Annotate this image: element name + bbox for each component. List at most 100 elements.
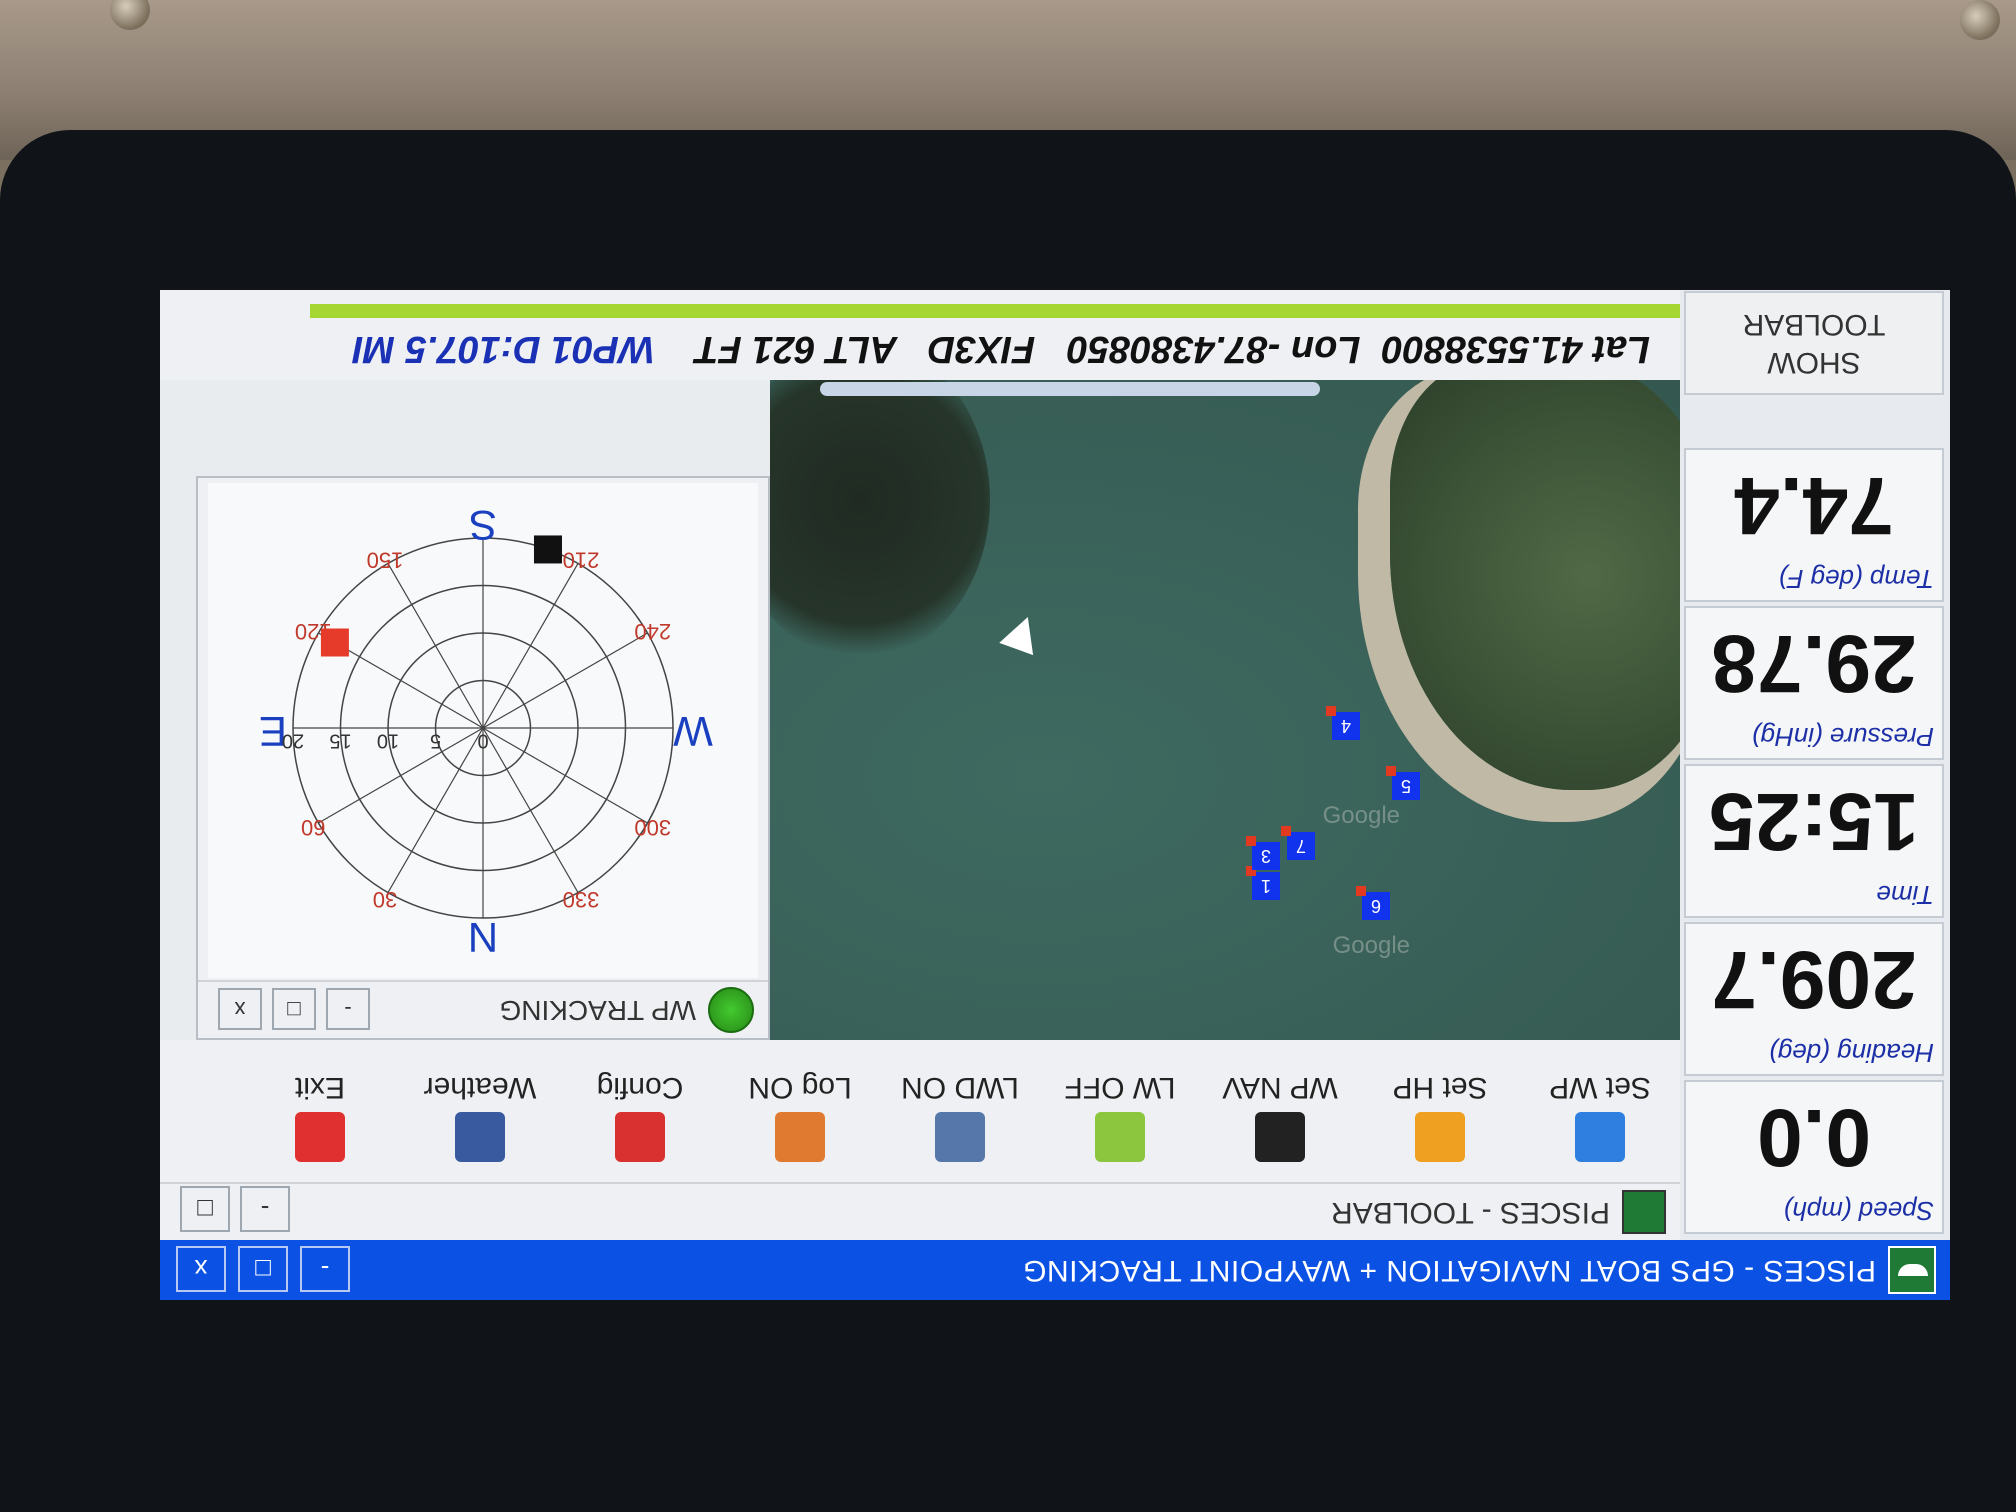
toolbar-title: PISCES - TOOLBAR <box>1331 1196 1610 1229</box>
polar-svg: NSE W3060120150 21024030033005101520 <box>259 502 713 961</box>
minimize-button[interactable]: - <box>300 1246 350 1292</box>
waypoint-distance: WP01 D:107.5 MI <box>352 328 655 370</box>
pressure-stat: Pressure (inHg) 29.78 <box>1684 606 1944 760</box>
pencil-icon <box>775 1112 825 1162</box>
ring-label: 15 <box>329 730 351 752</box>
tool-log-on-button[interactable]: Log ON <box>720 1042 880 1176</box>
waypoint-marker[interactable]: 5 <box>1392 772 1420 800</box>
tool-lw-off-button[interactable]: LW OFF <box>1040 1042 1200 1176</box>
cloud-icon <box>455 1112 505 1162</box>
compass-west: W <box>673 708 713 755</box>
angle-label: 240 <box>634 619 671 644</box>
bearing-spoke <box>482 727 648 824</box>
tool-label: Weather <box>423 1071 537 1104</box>
heading-stat: Heading (deg) 209.7 <box>1684 922 1944 1076</box>
angle-label: 300 <box>634 815 671 840</box>
waypoint-target <box>533 535 562 564</box>
show-toolbar-line2: TOOLBAR <box>1742 308 1886 341</box>
waypoint-target <box>320 628 349 657</box>
wp-maximize-button[interactable]: □ <box>272 988 316 1030</box>
stat-value: 15:25 <box>1709 776 1919 867</box>
angle-label: 330 <box>563 887 600 912</box>
compass-south: S <box>469 502 497 549</box>
tool-set-wp-button[interactable]: Set WP <box>1520 1042 1680 1176</box>
stat-label: Speed (mph) <box>1783 1196 1934 1226</box>
tool-label: WP NAV <box>1222 1071 1338 1104</box>
bearing-spoke <box>482 563 579 729</box>
gps-status-bar: Lat 41.5538800 Lon -87.4380850 FIX3D ALT… <box>160 290 1680 396</box>
stat-value: 0.0 <box>1757 1092 1871 1183</box>
tool-weather-button[interactable]: Weather <box>400 1042 560 1176</box>
waypoint-marker[interactable]: 4 <box>1332 712 1360 740</box>
altitude: ALT 621 FT <box>695 328 898 370</box>
compass-north: N <box>468 914 498 961</box>
stat-value: 209.7 <box>1711 934 1917 1025</box>
tool-set-hp-button[interactable]: Set HP <box>1360 1042 1520 1176</box>
show-toolbar-line1: SHOW <box>1767 346 1861 379</box>
tool-lwd-on-button[interactable]: LWD ON <box>880 1042 1040 1176</box>
wp-tracking-window: WP TRACKING - □ x N S E W 30 60 120 150 210 240 30… <box>196 476 770 1040</box>
arrow-dots-icon <box>935 1112 985 1162</box>
show-toolbar-button[interactable]: SHOW TOOLBAR <box>1684 291 1944 395</box>
gps-fix: FIX3D <box>927 328 1036 370</box>
signal-bar <box>310 304 1680 318</box>
tool-label: Set HP <box>1392 1071 1488 1104</box>
ring-label: 5 <box>430 730 441 752</box>
waypoint-marker[interactable]: 7 <box>1287 832 1315 860</box>
toolbar-maximize-button[interactable]: □ <box>180 1186 230 1232</box>
temp-stat: Temp (deg F) 74.4 <box>1684 448 1944 602</box>
waypoint-marker[interactable]: 6 <box>1362 892 1390 920</box>
angle-label: 150 <box>367 547 404 572</box>
stat-label: Time <box>1876 880 1934 910</box>
toolbar-minimize-button[interactable]: - <box>240 1186 290 1232</box>
stats-panel: Speed (mph) 0.0 Heading (deg) 209.7 Time… <box>1680 290 1950 1240</box>
tool-label: LWD ON <box>901 1071 1019 1104</box>
app-title: PISCES - GPS BOAT NAVIGATION + WAYPOINT … <box>1022 1254 1876 1287</box>
toolbar-titlebar: PISCES - TOOLBAR - □ <box>160 1182 1680 1240</box>
radar-icon <box>708 987 754 1033</box>
shoreline <box>1390 380 1680 790</box>
map-watermark: Google <box>1332 932 1410 959</box>
tool-label: Exit <box>295 1071 346 1104</box>
latitude: Lat 41.5538800 <box>1381 328 1650 370</box>
close-button[interactable]: x <box>176 1246 226 1292</box>
bearing-spoke <box>387 563 484 729</box>
maximize-button[interactable]: □ <box>238 1246 288 1292</box>
arrows-icon <box>1095 1112 1145 1162</box>
tool-label: Set WP <box>1549 1071 1651 1104</box>
tool-config-button[interactable]: Config <box>560 1042 720 1176</box>
stat-value: 29.78 <box>1711 618 1917 709</box>
toolbar-window: PISCES - TOOLBAR - □ Set WP Set HP WP NAV L… <box>160 1040 1680 1240</box>
wp-close-button[interactable]: x <box>218 988 262 1030</box>
time-stat: Time 15:25 <box>1684 764 1944 918</box>
map-scrollbar[interactable] <box>820 382 1320 396</box>
tool-wp-nav-button[interactable]: WP NAV <box>1200 1042 1360 1176</box>
longitude: Lon -87.4380850 <box>1066 328 1361 370</box>
exit-icon <box>295 1112 345 1162</box>
polar-plot: N S E W 30 60 120 150 210 240 300 330 0 5 10 15 20 <box>208 483 758 978</box>
waypoint-marker[interactable]: 3 <box>1252 842 1280 870</box>
stat-label: Heading (deg) <box>1769 1038 1934 1068</box>
stat-label: Pressure (inHg) <box>1751 722 1934 752</box>
satellite-map[interactable]: Google Google 1 3 4 5 6 7 <box>770 380 1680 1040</box>
tool-label: Log ON <box>748 1071 852 1104</box>
screw <box>1960 0 2000 40</box>
ring-label: 10 <box>377 730 399 752</box>
map-watermark: Google <box>1322 802 1400 829</box>
wp-tracking-title: WP TRACKING <box>499 995 696 1026</box>
boat-app-icon <box>1888 1246 1936 1294</box>
speed-stat: Speed (mph) 0.0 <box>1684 1080 1944 1234</box>
warning-icon <box>1415 1112 1465 1162</box>
wp-minimize-button[interactable]: - <box>326 988 370 1030</box>
boat-app-icon <box>1622 1190 1666 1234</box>
tool-exit-button[interactable]: Exit <box>240 1042 400 1176</box>
bearing-spoke <box>482 727 579 893</box>
app-titlebar: PISCES - GPS BOAT NAVIGATION + WAYPOINT … <box>160 1240 1950 1300</box>
gps-readout: Lat 41.5538800 Lon -87.4380850 FIX3D ALT… <box>353 327 1650 370</box>
stat-label: Temp (deg F) <box>1778 564 1934 594</box>
angle-label: 210 <box>563 547 600 572</box>
wp-tracking-titlebar: WP TRACKING - □ x <box>198 980 768 1038</box>
waypoint-marker[interactable]: 1 <box>1252 872 1280 900</box>
arrow-turn-icon <box>1575 1112 1625 1162</box>
tool-label: LW OFF <box>1064 1071 1176 1104</box>
